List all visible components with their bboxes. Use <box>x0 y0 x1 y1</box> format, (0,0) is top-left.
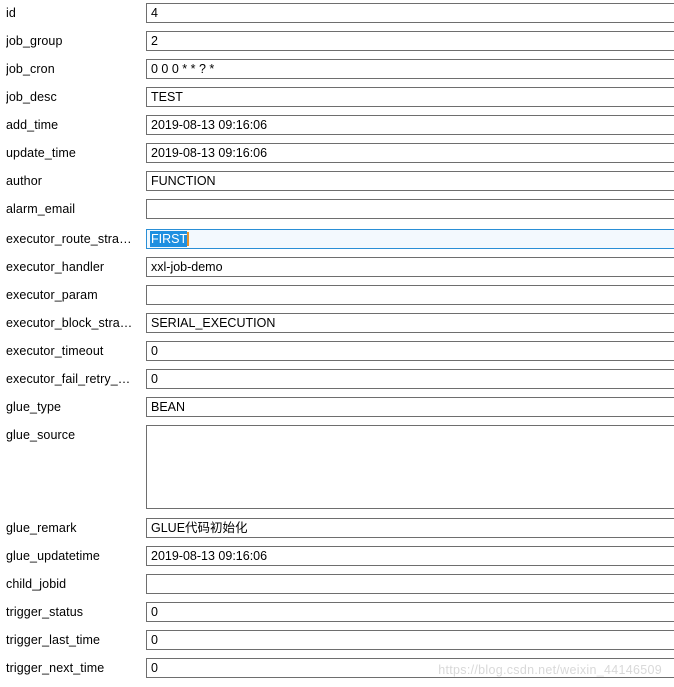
field-input[interactable]: 4 <box>146 3 674 23</box>
field-input[interactable]: 0 0 0 * * ? * <box>146 59 674 79</box>
field-textarea[interactable] <box>146 425 674 509</box>
field-label: glue_type <box>6 400 62 414</box>
field-label: trigger_last_time <box>6 633 101 647</box>
field-input[interactable]: SERIAL_EXECUTION <box>146 313 674 333</box>
field-input[interactable] <box>146 199 674 219</box>
field-value-text: 2019-08-13 09:16:06 <box>151 549 268 563</box>
field-value-text: 2019-08-13 09:16:06 <box>151 118 268 132</box>
field-editor-grid: id 4 job_group 2 job_cron 0 0 0 * * ? * job_de… <box>0 0 674 687</box>
field-input[interactable]: 0 <box>146 630 674 650</box>
field-input[interactable]: 0 <box>146 341 674 361</box>
field-input[interactable] <box>146 574 674 594</box>
field-input[interactable]: 0 <box>146 658 674 678</box>
field-input[interactable]: FUNCTION <box>146 171 674 191</box>
field-label: trigger_next_time <box>6 661 105 675</box>
field-value-text: 0 <box>151 344 158 358</box>
field-input[interactable]: 0 <box>146 369 674 389</box>
field-label: executor_block_stra… <box>6 316 133 330</box>
field-input[interactable]: 2 <box>146 31 674 51</box>
field-label: update_time <box>6 146 76 160</box>
field-input[interactable]: TEST <box>146 87 674 107</box>
field-label: author <box>6 174 43 188</box>
text-caret <box>187 232 190 246</box>
field-input[interactable]: BEAN <box>146 397 674 417</box>
field-value-text: SERIAL_EXECUTION <box>151 316 276 330</box>
field-value-text: 4 <box>151 6 158 20</box>
field-value-text: 0 0 0 * * ? * <box>151 62 215 76</box>
field-value-text: 0 <box>151 605 158 619</box>
field-label: executor_handler <box>6 260 105 274</box>
field-input[interactable]: 0 <box>146 602 674 622</box>
field-input[interactable] <box>146 285 674 305</box>
field-label: executor_route_stra… <box>6 232 132 246</box>
field-label: executor_param <box>6 288 98 302</box>
field-value-text: 2019-08-13 09:16:06 <box>151 146 268 160</box>
field-input[interactable]: 2019-08-13 09:16:06 <box>146 143 674 163</box>
field-label: alarm_email <box>6 202 76 216</box>
field-input[interactable]: xxl-job-demo <box>146 257 674 277</box>
field-label: job_cron <box>6 62 55 76</box>
field-value-text: 0 <box>151 661 158 675</box>
field-value-text: xxl-job-demo <box>151 260 223 274</box>
field-label: job_group <box>6 34 63 48</box>
field-label: executor_fail_retry_… <box>6 372 131 386</box>
field-value-text: 2 <box>151 34 158 48</box>
field-input[interactable]: 2019-08-13 09:16:06 <box>146 115 674 135</box>
field-label: trigger_status <box>6 605 84 619</box>
field-label: glue_remark <box>6 521 77 535</box>
field-label: glue_updatetime <box>6 549 100 563</box>
field-label: job_desc <box>6 90 57 104</box>
field-input[interactable]: GLUE代码初始化 <box>146 518 674 538</box>
field-value-text: BEAN <box>151 400 186 414</box>
field-input[interactable]: 2019-08-13 09:16:06 <box>146 546 674 566</box>
selected-value-text: FIRST <box>150 231 188 247</box>
field-value-text: 0 <box>151 633 158 647</box>
field-value-text: 0 <box>151 372 158 386</box>
field-label: executor_timeout <box>6 344 104 358</box>
field-label: child_jobid <box>6 577 67 591</box>
field-label: glue_source <box>6 428 76 442</box>
field-value-text: GLUE代码初始化 <box>151 521 248 535</box>
field-value-text: FUNCTION <box>151 174 216 188</box>
field-input[interactable]: FIRST <box>146 229 674 249</box>
field-label: id <box>6 6 16 20</box>
field-value-text: TEST <box>151 90 183 104</box>
field-label: add_time <box>6 118 59 132</box>
